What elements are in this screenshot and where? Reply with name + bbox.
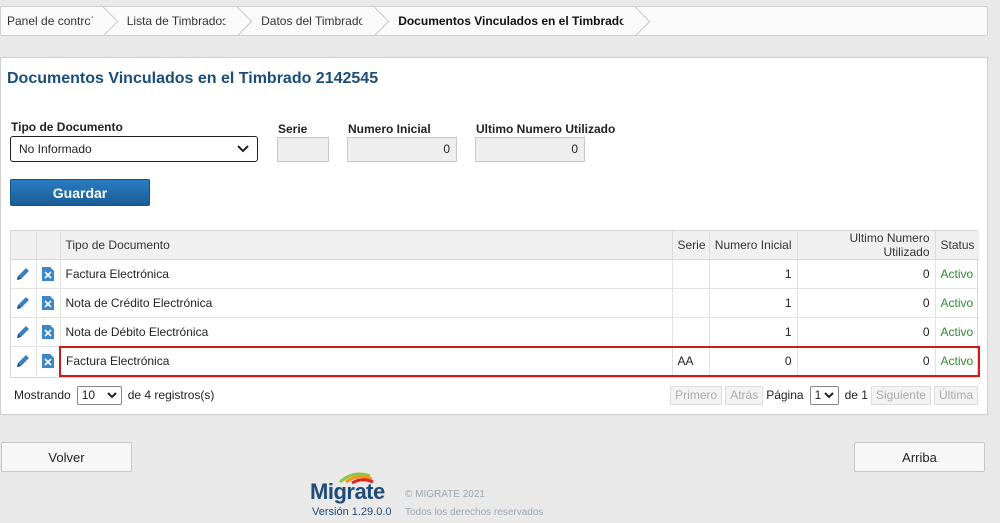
- logo-text: Migrate: [310, 479, 385, 504]
- delete-cell: [35, 346, 60, 376]
- edit-cell: [11, 288, 36, 318]
- edit-cell: [11, 259, 36, 289]
- cell-status: Activo: [934, 317, 979, 347]
- table-row: Factura Electrónica 1 0 Activo: [11, 259, 979, 289]
- table-row: Nota de Crédito Electrónica 1 0 Activo: [11, 288, 979, 318]
- prev-page-button[interactable]: Atrás: [725, 385, 764, 405]
- cell-ultimo: 0: [796, 317, 935, 347]
- copyright-text: © MIGRATE 2021: [405, 489, 485, 500]
- cell-serie: [671, 317, 709, 347]
- page-size-value: 10: [81, 388, 96, 402]
- pencil-icon[interactable]: [15, 266, 31, 282]
- col-status[interactable]: Status: [934, 231, 979, 260]
- migrate-logo: Migrate: [310, 470, 400, 506]
- delete-file-icon[interactable]: [41, 353, 55, 369]
- cell-inicial: 1: [708, 288, 797, 318]
- back-button[interactable]: Volver: [1, 442, 132, 472]
- page-number-value: 1: [814, 388, 822, 402]
- cell-tipo: Nota de Débito Electrónica: [59, 317, 672, 347]
- delete-file-icon[interactable]: [41, 324, 55, 340]
- edit-cell: [11, 317, 36, 347]
- documents-table: Tipo de Documento Serie Numero Inicial U…: [10, 230, 980, 378]
- delete-cell: [35, 288, 60, 318]
- pencil-icon[interactable]: [15, 295, 31, 311]
- table-header-row: Tipo de Documento Serie Numero Inicial U…: [11, 231, 979, 260]
- chevron-down-icon: [106, 391, 117, 398]
- last-page-button[interactable]: Última: [933, 385, 978, 405]
- delete-file-icon[interactable]: [41, 295, 55, 311]
- delete-column-header: [35, 231, 60, 260]
- cell-status: Activo: [934, 259, 979, 289]
- serie-label: Serie: [278, 122, 308, 136]
- save-button[interactable]: Guardar: [10, 179, 150, 206]
- rights-text: Todos los derechos reservados: [405, 507, 544, 518]
- delete-cell: [35, 259, 60, 289]
- pager: Mostrando 10 de 4 registros(s) Primero A…: [10, 384, 978, 406]
- tipo-documento-select[interactable]: No Informado: [10, 136, 258, 162]
- pencil-icon[interactable]: [15, 324, 31, 340]
- edit-column-header: [11, 231, 36, 260]
- cell-tipo: Nota de Crédito Electrónica: [59, 288, 672, 318]
- cell-ultimo: 0: [796, 288, 935, 318]
- showing-label: Mostrando: [14, 388, 71, 402]
- cell-serie: AA: [671, 345, 709, 377]
- page-title: Documentos Vinculados en el Timbrado 214…: [7, 70, 379, 87]
- cell-tipo: Factura Electrónica: [59, 259, 672, 289]
- top-button[interactable]: Arriba: [854, 442, 985, 472]
- col-tipo-documento[interactable]: Tipo de Documento: [59, 231, 672, 260]
- delete-file-icon[interactable]: [41, 266, 55, 282]
- breadcrumb-lista-timbrados[interactable]: Lista de Timbrados: [108, 7, 242, 35]
- first-page-button[interactable]: Primero: [670, 385, 723, 405]
- page-size-select[interactable]: 10: [76, 385, 122, 405]
- ultimo-numero-label: Ultimo Numero Utilizado: [476, 122, 616, 136]
- delete-cell: [35, 317, 60, 347]
- cell-status: Activo: [934, 288, 979, 318]
- cell-ultimo: 0: [796, 345, 935, 377]
- col-ultimo-numero[interactable]: Ultimo Numero Utilizado: [796, 231, 935, 260]
- cell-tipo: Factura Electrónica: [59, 345, 672, 377]
- breadcrumb: Panel de control Lista de Timbrados Dato…: [0, 6, 988, 36]
- cell-serie: [671, 288, 709, 318]
- page-label: Página: [766, 388, 804, 402]
- col-numero-inicial[interactable]: Numero Inicial: [708, 231, 797, 260]
- cell-inicial: 1: [708, 317, 797, 347]
- version-text: Versión 1.29.0.0: [312, 506, 392, 518]
- breadcrumb-documentos-vinculados: Documentos Vinculados en el Timbrado: [379, 7, 640, 35]
- main-panel: Documentos Vinculados en el Timbrado 214…: [0, 57, 988, 415]
- page-number-select[interactable]: 1: [809, 385, 839, 405]
- edit-cell: [11, 347, 36, 376]
- next-page-button[interactable]: Siguiente: [870, 385, 931, 405]
- breadcrumb-datos-timbrado[interactable]: Datos del Timbrado: [242, 7, 379, 35]
- tipo-documento-value: No Informado: [19, 142, 92, 156]
- chevron-down-icon: [237, 145, 249, 153]
- breadcrumb-panel-de-control[interactable]: Panel de control: [1, 7, 108, 35]
- cell-ultimo: 0: [796, 259, 935, 289]
- serie-field[interactable]: [277, 137, 329, 162]
- table-row: Nota de Débito Electrónica 1 0 Activo: [11, 317, 979, 347]
- table-row-highlighted: Factura Electrónica AA 0 0 Activo: [11, 345, 980, 377]
- tipo-documento-label: Tipo de Documento: [11, 120, 123, 134]
- ultimo-numero-field[interactable]: 0: [475, 137, 585, 162]
- pencil-icon[interactable]: [15, 353, 31, 369]
- col-serie[interactable]: Serie: [671, 231, 709, 260]
- chevron-down-icon: [823, 391, 834, 398]
- cell-inicial: 1: [708, 259, 797, 289]
- cell-status: Activo: [934, 345, 980, 377]
- cell-inicial: 0: [708, 345, 797, 377]
- records-count: de 4 registros(s): [127, 388, 215, 402]
- numero-inicial-field[interactable]: 0: [347, 137, 457, 162]
- numero-inicial-label: Numero Inicial: [348, 122, 431, 136]
- page-of-text: de 1: [844, 388, 868, 402]
- cell-serie: [671, 259, 709, 289]
